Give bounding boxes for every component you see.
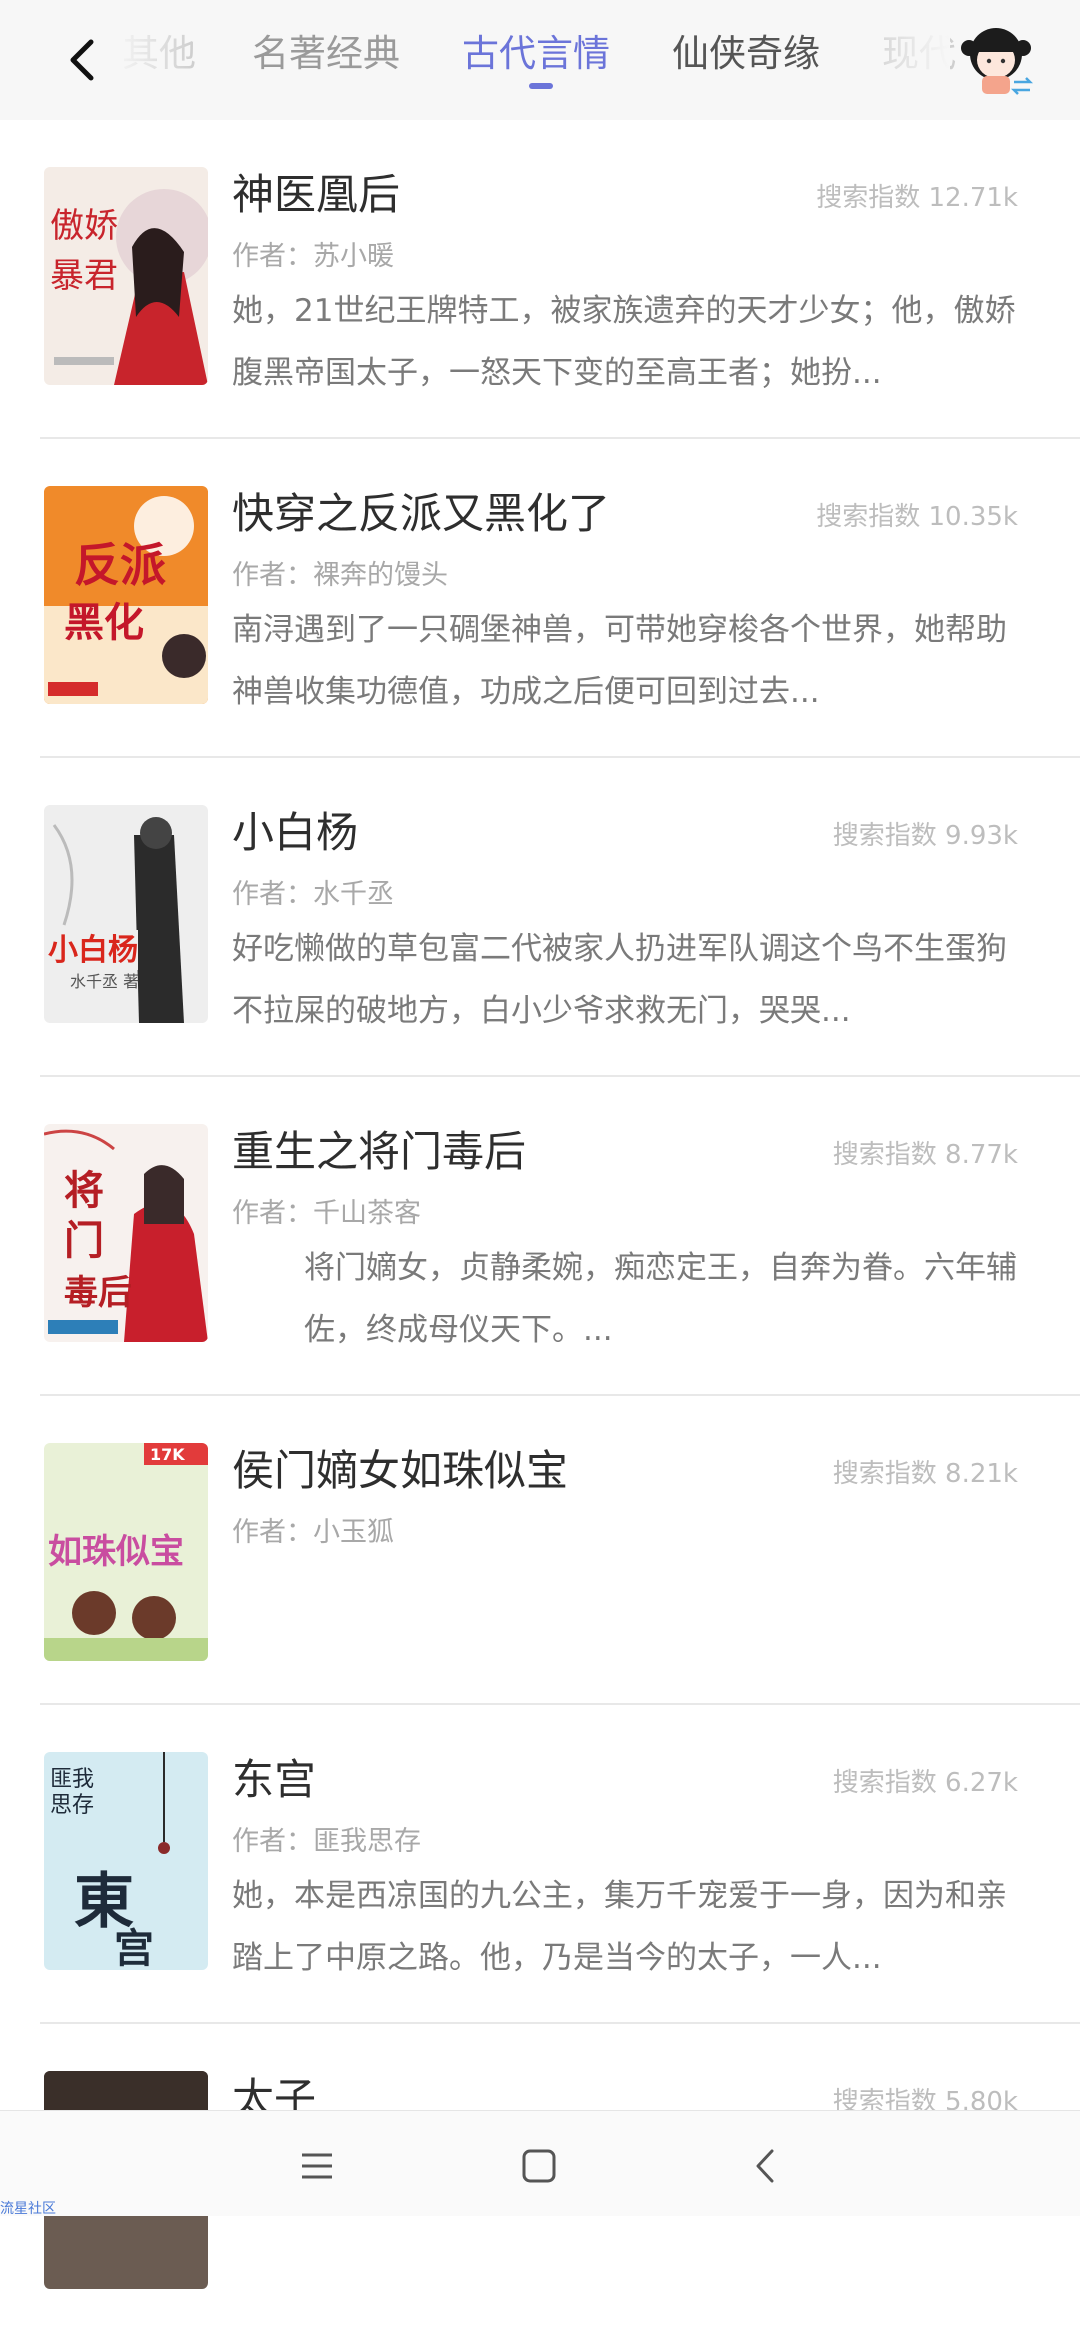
tab-ancient-romance[interactable]: 古代言情	[462, 28, 610, 80]
back-button[interactable]	[52, 30, 112, 90]
book-author: 作者：千山茶客	[232, 1198, 421, 1229]
tab-xianxia[interactable]: 仙侠奇缘	[672, 28, 820, 80]
menu-icon	[302, 2153, 332, 2179]
user-avatar-button[interactable]	[956, 18, 1036, 98]
book-list-item[interactable]: 将 门 毒后 重生之将门毒后 搜索指数 8.77k 作者：千山茶客 将门嫡女，贞…	[40, 1077, 1080, 1396]
book-cover: 小白杨 水千丞 著	[44, 805, 208, 1023]
book-cover: 将 门 毒后	[44, 1124, 208, 1342]
book-cover: 17K 如珠似宝	[44, 1443, 208, 1661]
book-list-item[interactable]: 傲娇 暴君 神医凰后 搜索指数 12.71k 作者：苏小暖 她，21世纪王牌特工…	[40, 120, 1080, 439]
watermark-text: 流星社区	[0, 2201, 56, 2217]
book-list-item[interactable]: 匪我 思存 東 宫 东宫 搜索指数 6.27k 作者：匪我思存 她，本是西凉国的…	[40, 1705, 1080, 2024]
book-author: 作者：水千丞	[232, 879, 394, 910]
top-tab-bar: 其他 名著经典 古代言情 仙侠奇缘 现代	[0, 0, 1080, 120]
book-cover: 反派 黑化	[44, 486, 208, 704]
svg-text:将: 将	[64, 1167, 104, 1214]
search-index: 搜索指数 8.77k	[832, 1140, 1018, 1170]
svg-text:暴君: 暴君	[50, 256, 118, 296]
book-description: 将门嫡女，贞静柔婉，痴恋定王，自奔为眷。六年辅佐，终成母仪天下。...	[304, 1250, 1017, 1348]
svg-text:反派: 反派	[74, 538, 166, 592]
cover-title-text: 傲娇	[50, 206, 118, 246]
book-author: 作者：匪我思存	[232, 1826, 421, 1857]
svg-text:小白杨: 小白杨	[48, 933, 138, 968]
book-title: 小白杨	[232, 808, 359, 857]
system-nav-bar	[0, 2110, 1080, 2216]
svg-text:黑化: 黑化	[64, 599, 144, 646]
svg-text:水千丞 著: 水千丞 著	[70, 972, 139, 991]
square-home-icon	[522, 2149, 556, 2183]
svg-text:门: 门	[64, 1217, 104, 1264]
book-title: 重生之将门毒后	[232, 1127, 527, 1176]
search-index: 搜索指数 10.35k	[816, 502, 1018, 532]
book-title: 侯门嫡女如珠似宝	[232, 1446, 569, 1495]
book-list-item[interactable]: 小白杨 水千丞 著 小白杨 搜索指数 9.93k 作者：水千丞 好吃懒做的草包富…	[40, 758, 1080, 1077]
svg-text:思存: 思存	[50, 1793, 94, 1818]
book-description: 好吃懒做的草包富二代被家人扔进军队调这个鸟不生蛋狗不拉屎的破地方，白小少爷求救无…	[232, 931, 1007, 1029]
book-title: 神医凰后	[232, 170, 401, 219]
book-description: 她，21世纪王牌特工，被家族遗弃的天才少女；他，傲娇腹黑帝国太子，一怒天下变的至…	[232, 293, 1016, 391]
svg-text:17K: 17K	[150, 1445, 185, 1464]
book-description: 她，本是西凉国的九公主，集万千宠爱于一身，因为和亲踏上了中原之路。他，乃是当今的…	[232, 1878, 1007, 1976]
book-title: 快穿之反派又黑化了	[232, 489, 611, 538]
svg-text:宫: 宫	[114, 1925, 154, 1970]
book-author: 作者：裸奔的馒头	[232, 560, 448, 591]
menu-button[interactable]	[292, 2141, 342, 2191]
tabs-fade-left	[112, 0, 192, 120]
book-author: 作者：小玉狐	[232, 1517, 394, 1548]
avatar-girl-icon	[961, 28, 1034, 95]
search-index: 搜索指数 9.93k	[832, 821, 1018, 851]
search-index: 搜索指数 12.71k	[816, 183, 1018, 213]
book-cover: 傲娇 暴君	[44, 167, 208, 385]
book-list-item[interactable]: 反派 黑化 快穿之反派又黑化了 搜索指数 10.35k 作者：裸奔的馒头 南浔遇…	[40, 439, 1080, 758]
tabs-fade-right	[860, 0, 950, 120]
svg-text:毒后: 毒后	[64, 1273, 132, 1313]
svg-text:如珠似宝: 如珠似宝	[48, 1532, 184, 1572]
book-cover: 匪我 思存 東 宫	[44, 1752, 208, 1970]
book-title: 东宫	[232, 1755, 317, 1804]
search-index: 搜索指数 8.21k	[832, 1459, 1018, 1489]
chevron-left-icon	[70, 39, 94, 81]
search-index: 搜索指数 6.27k	[832, 1768, 1018, 1798]
book-list-item[interactable]: 17K 如珠似宝 侯门嫡女如珠似宝 搜索指数 8.21k 作者：小玉狐	[40, 1396, 1080, 1705]
book-description	[232, 1556, 1032, 1680]
tab-classics[interactable]: 名著经典	[252, 28, 400, 80]
active-tab-indicator	[529, 83, 553, 89]
svg-text:匪我: 匪我	[50, 1767, 94, 1792]
system-back-button[interactable]	[740, 2141, 790, 2191]
chevron-left-icon	[756, 2149, 774, 2183]
book-description: 南浔遇到了一只碉堡神兽，可带她穿梭各个世界，她帮助神兽收集功德值，功成之后便可回…	[232, 612, 1007, 710]
home-button[interactable]	[514, 2141, 564, 2191]
book-author: 作者：苏小暖	[232, 241, 394, 272]
